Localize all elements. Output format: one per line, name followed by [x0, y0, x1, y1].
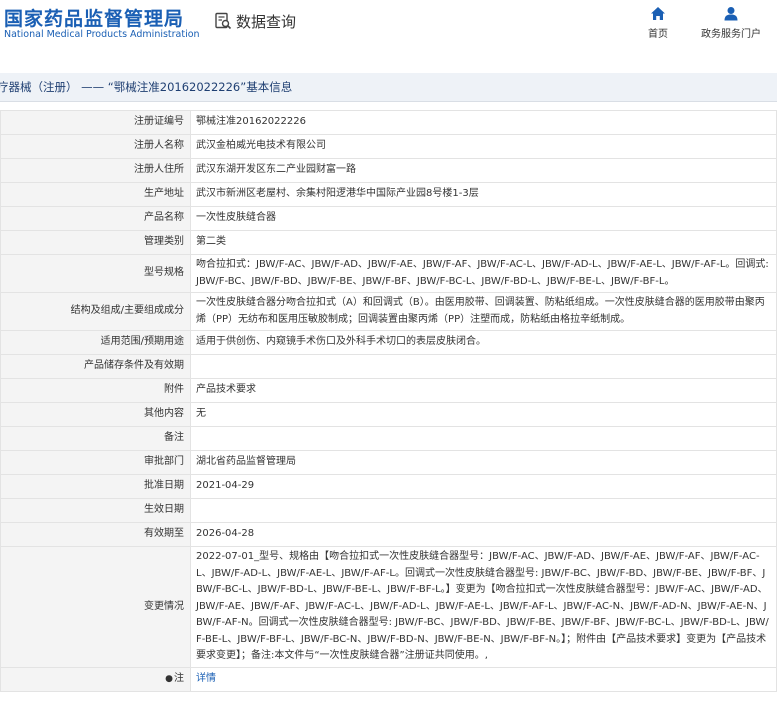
row-value: 一次性皮肤缝合器分吻合拉扣式（A）和回调式（B）。由医用胶带、回调装置、防粘纸组…	[190, 292, 777, 331]
row-value: 第二类	[190, 230, 777, 255]
row-label: 生效日期	[0, 498, 191, 523]
row-value: 适用于供创伤、内窥镜手术伤口及外科手术切口的表层皮肤闭合。	[190, 330, 777, 355]
row-label: 产品储存条件及有效期	[0, 354, 191, 379]
row-value: 武汉金柏威光电技术有限公司	[190, 134, 777, 159]
breadcrumb: 疗器械（注册） —— “鄂械注准20162022226”基本信息	[0, 73, 777, 102]
table-row: 注册人住所 武汉东湖开发区东二产业园财富一路	[0, 158, 777, 183]
table-row: 注册人名称 武汉金柏威光电技术有限公司	[0, 134, 777, 159]
table-row: 管理类别 第二类	[0, 230, 777, 255]
row-label: 适用范围/预期用途	[0, 330, 191, 355]
registration-info-table: 注册证编号 鄂械注准20162022226 注册人名称 武汉金柏威光电技术有限公…	[0, 110, 777, 692]
row-value: 一次性皮肤缝合器	[190, 206, 777, 231]
nav-service-portal[interactable]: 政务服务门户	[694, 6, 768, 40]
row-label: 注册证编号	[0, 110, 191, 135]
row-value: 吻合拉扣式：JBW/F-AC、JBW/F-AD、JBW/F-AE、JBW/F-A…	[190, 254, 777, 293]
row-value: 2022-07-01_型号、规格由【吻合拉扣式一次性皮肤缝合器型号：JBW/F-…	[190, 546, 777, 668]
row-label: 有效期至	[0, 522, 191, 547]
row-value: 武汉市新洲区老屋村、余集村阳逻港华中国际产业园8号楼1-3层	[190, 182, 777, 207]
row-label: 注册人名称	[0, 134, 191, 159]
note-label-cell: ●注	[0, 666, 191, 692]
table-row: 型号规格 吻合拉扣式：JBW/F-AC、JBW/F-AD、JBW/F-AE、JB…	[0, 254, 777, 293]
row-label: 注册人住所	[0, 158, 191, 183]
document-search-icon	[214, 12, 232, 30]
row-value: 2026-04-28	[190, 522, 777, 547]
row-label: 备注	[0, 426, 191, 451]
table-row: 备注	[0, 426, 777, 451]
row-value: 湖北省药品监督管理局	[190, 450, 777, 475]
table-row: 其他内容 无	[0, 402, 777, 427]
row-value: 2021-04-29	[190, 474, 777, 499]
row-label: 附件	[0, 378, 191, 403]
table-row: 有效期至 2026-04-28	[0, 522, 777, 547]
detail-link[interactable]: 详情	[196, 673, 216, 684]
site-header: 国家药品监督管理局 National Medical Products Admi…	[0, 0, 777, 60]
pin-icon: ●	[165, 673, 173, 684]
site-logo-title[interactable]: 国家药品监督管理局	[4, 4, 184, 31]
site-logo-subtitle: National Medical Products Administration	[4, 29, 200, 40]
row-label: 变更情况	[0, 546, 191, 668]
nav-home-label: 首页	[648, 29, 668, 40]
table-row: 批准日期 2021-04-29	[0, 474, 777, 499]
row-value	[190, 426, 777, 451]
row-value: 武汉东湖开发区东二产业园财富一路	[190, 158, 777, 183]
row-label: 其他内容	[0, 402, 191, 427]
row-value: 产品技术要求	[190, 378, 777, 403]
nav-home[interactable]: 首页	[636, 6, 680, 40]
row-label: 生产地址	[0, 182, 191, 207]
table-row: 生效日期	[0, 498, 777, 523]
table-row: 注册证编号 鄂械注准20162022226	[0, 110, 777, 135]
table-row: 产品储存条件及有效期	[0, 354, 777, 379]
note-value-cell: 详情	[190, 666, 777, 692]
table-row: 审批部门 湖北省药品监督管理局	[0, 450, 777, 475]
row-value: 无	[190, 402, 777, 427]
row-value	[190, 498, 777, 523]
table-row-note: ●注 详情	[0, 666, 777, 692]
row-label: 结构及组成/主要组成成分	[0, 292, 191, 331]
row-label: 批准日期	[0, 474, 191, 499]
row-label: 管理类别	[0, 230, 191, 255]
nav-service-portal-label: 政务服务门户	[701, 29, 761, 40]
table-row: 变更情况 2022-07-01_型号、规格由【吻合拉扣式一次性皮肤缝合器型号：J…	[0, 546, 777, 668]
row-value	[190, 354, 777, 379]
table-row: 适用范围/预期用途 适用于供创伤、内窥镜手术伤口及外科手术切口的表层皮肤闭合。	[0, 330, 777, 355]
table-row: 产品名称 一次性皮肤缝合器	[0, 206, 777, 231]
table-row: 生产地址 武汉市新洲区老屋村、余集村阳逻港华中国际产业园8号楼1-3层	[0, 182, 777, 207]
row-value: 鄂械注准20162022226	[190, 110, 777, 135]
user-icon	[724, 7, 738, 21]
note-label: 注	[174, 672, 184, 684]
table-row: 附件 产品技术要求	[0, 378, 777, 403]
table-row: 结构及组成/主要组成成分 一次性皮肤缝合器分吻合拉扣式（A）和回调式（B）。由医…	[0, 292, 777, 331]
row-label: 审批部门	[0, 450, 191, 475]
data-query-link[interactable]: 数据查询	[214, 10, 296, 32]
row-label: 型号规格	[0, 254, 191, 293]
row-label: 产品名称	[0, 206, 191, 231]
breadcrumb-text: 疗器械（注册） —— “鄂械注准20162022226”基本信息	[0, 80, 293, 94]
data-query-label: 数据查询	[236, 12, 297, 31]
home-icon	[651, 7, 665, 20]
